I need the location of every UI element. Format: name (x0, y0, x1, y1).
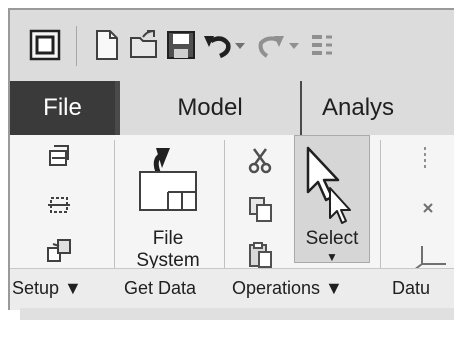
relations-icon[interactable] (44, 236, 74, 271)
window-icon[interactable] (28, 28, 62, 62)
cut-icon[interactable] (246, 146, 276, 181)
app-window: File Model Analys File System Select ▼ S… (8, 8, 454, 310)
group-setup[interactable]: Setup ▼ (12, 278, 82, 299)
tab-file[interactable]: File (10, 81, 115, 135)
redo-icon[interactable] (254, 28, 288, 62)
model-intent-icon[interactable] (44, 142, 74, 177)
select-dropdown-icon[interactable]: ▼ (294, 250, 370, 264)
select-label: Select (305, 228, 359, 249)
tab-model[interactable]: Model (120, 81, 300, 135)
redo-dropdown-icon[interactable] (286, 28, 302, 62)
file-system-icon[interactable] (136, 146, 200, 219)
tab-analysis[interactable]: Analys (302, 81, 454, 135)
file-system-button[interactable]: File System (130, 228, 206, 272)
layer-icon[interactable] (44, 190, 74, 225)
cursor-arrow-icon (302, 144, 362, 231)
new-file-icon[interactable] (90, 28, 124, 62)
group-get-data: Get Data (124, 278, 197, 298)
undo-icon[interactable] (200, 28, 234, 62)
save-icon[interactable] (164, 28, 198, 62)
open-folder-icon[interactable] (127, 28, 161, 62)
plane-icon[interactable] (410, 144, 440, 179)
ribbon-panel (10, 135, 454, 268)
quick-access-toolbar (10, 10, 454, 81)
undo-dropdown-icon[interactable] (232, 28, 248, 62)
regenerate-icon[interactable] (306, 28, 340, 62)
window-shadow (20, 308, 454, 320)
group-label-row: Setup ▼ Get Data Operations ▼ Datu (10, 268, 454, 310)
group-datum[interactable]: Datu (392, 278, 430, 299)
ribbon-tab-bar: File Model Analys (10, 81, 454, 135)
file-system-label: File (152, 228, 184, 249)
copy-icon[interactable] (246, 194, 276, 229)
group-operations[interactable]: Operations ▼ (232, 278, 343, 299)
point-icon[interactable] (418, 196, 448, 231)
